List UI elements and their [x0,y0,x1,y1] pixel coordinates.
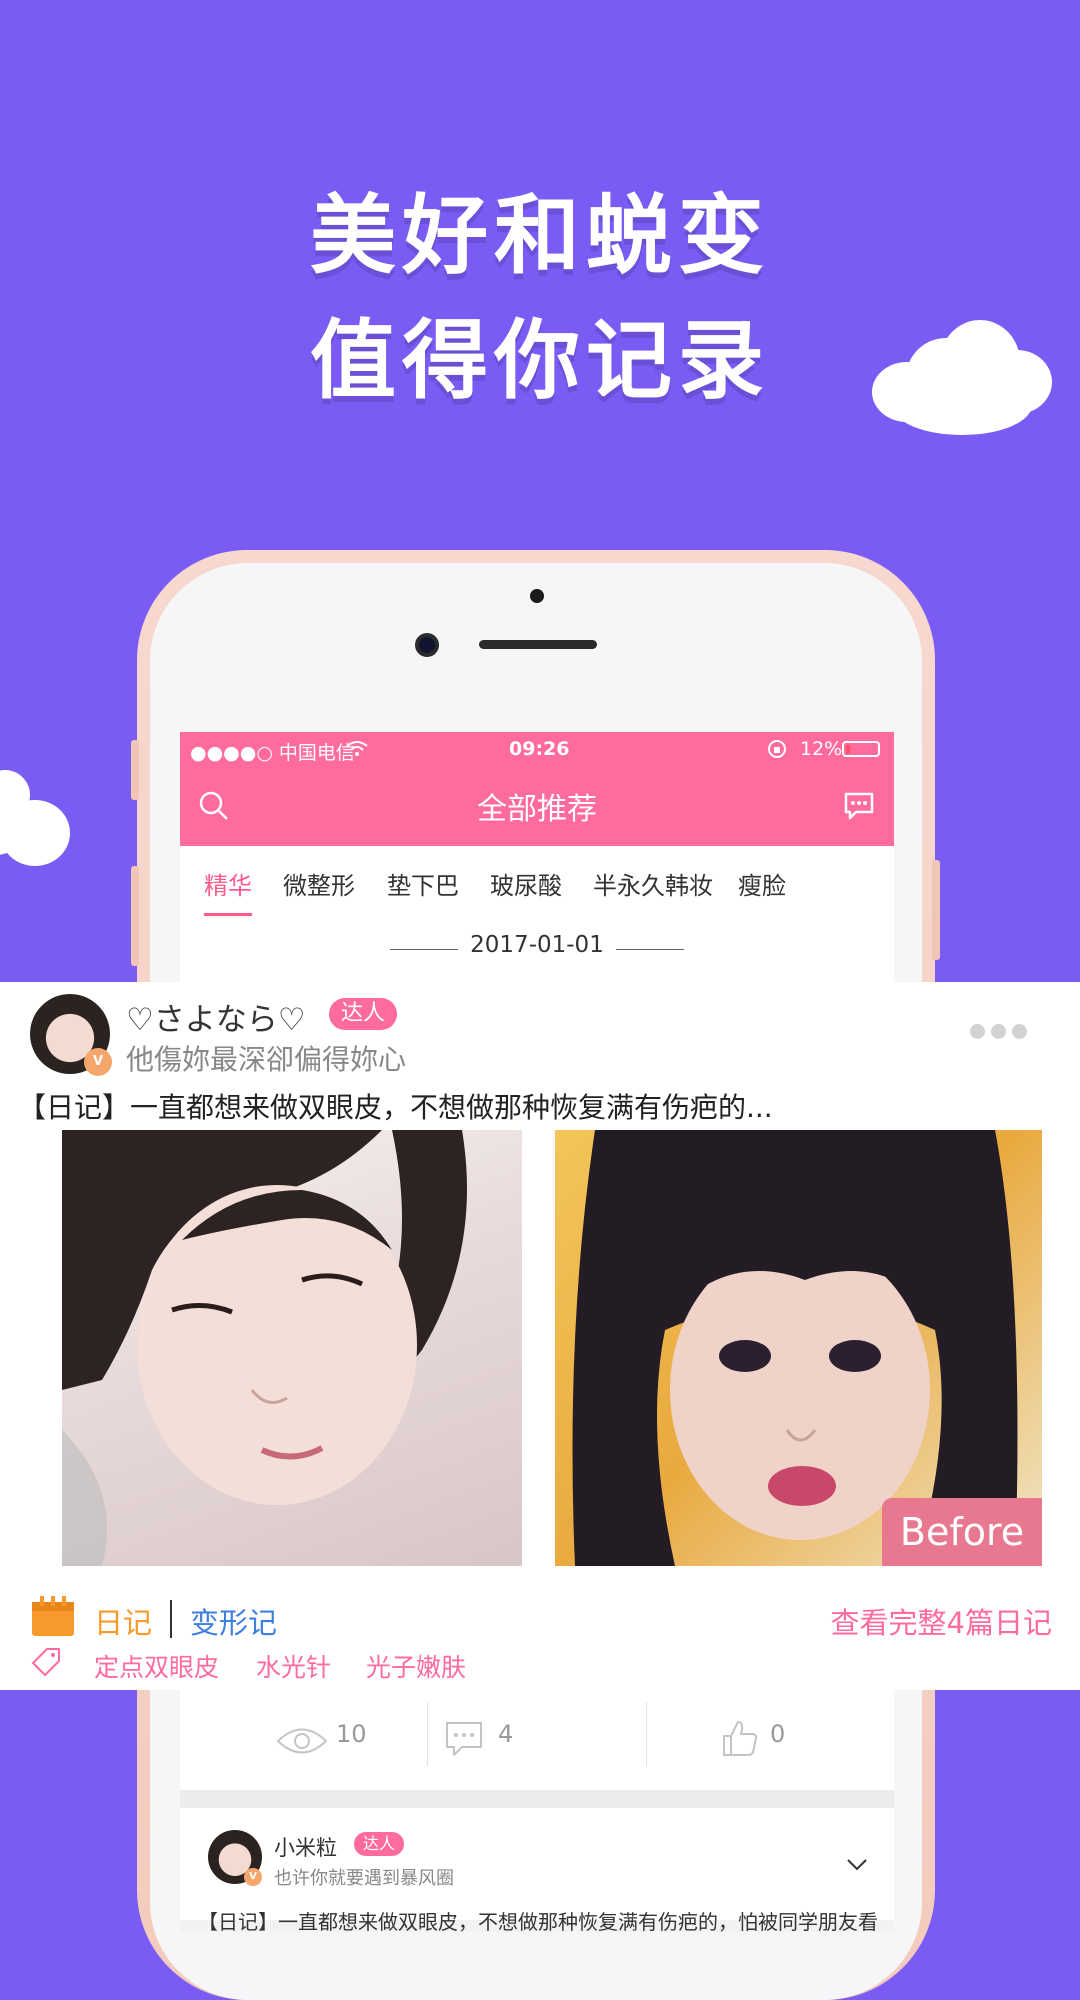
post-title[interactable]: 【日记】一直都想来做双眼皮，不想做那种恢复满有伤疤的... [18,1086,773,1126]
date-separator: 2017-01-01 [180,918,894,982]
feed-post-card[interactable]: V ♡さよなら♡ 达人 他傷妳最深卻偏得妳心 【日记】一直都想来做双眼皮，不想做… [0,982,1080,1690]
transformation-link[interactable]: 变形记 [190,1600,277,1642]
vip-badge-icon: V [244,1868,262,1886]
face-photo-illustration [62,1130,467,1566]
divider [616,949,684,950]
diary-link[interactable]: 日记 [94,1600,152,1642]
tab-banyongjiu-hanzhuang[interactable]: 半永久韩妆 [593,866,713,901]
front-sensor [530,589,544,603]
views-count: 10 [336,1720,367,1748]
tag-icon [32,1648,60,1676]
battery-icon [842,741,880,757]
battery-percent: 12% [800,738,843,760]
page-title: 全部推荐 [477,792,597,827]
likes-count: 0 [770,1720,786,1748]
comments-count: 4 [498,1720,514,1748]
phone-side-button [131,740,139,800]
wifi-icon [346,741,368,756]
expert-badge: 达人 [354,1832,404,1856]
tag-item[interactable]: 定点双眼皮 [94,1648,219,1684]
tab-weizhengxing[interactable]: 微整形 [283,866,355,901]
divider [646,1702,647,1766]
after-photo[interactable] [62,1130,522,1566]
comment-icon[interactable] [444,1720,484,1758]
cloud-right-decoration [872,320,1052,435]
tab-jinghua[interactable]: 精华 [204,866,252,901]
calendar-icon [32,1596,74,1636]
cloud-left-decoration [0,770,75,870]
username[interactable]: ♡さよなら♡ [126,994,306,1039]
navigation-bar: 全部推荐 [180,766,894,846]
front-camera [415,633,439,657]
tag-item[interactable]: 水光针 [256,1648,331,1684]
thumbs-up-icon[interactable] [720,1718,760,1758]
category-tabs: 精华 微整形 垫下巴 玻尿酸 半永久韩妆 瘦脸 [180,846,894,918]
post-stats-row: 10 4 0 [180,1690,894,1790]
before-label: Before [882,1498,1042,1566]
battery-level [846,745,850,753]
status-bar: ●●●●○ 中国电信 09:26 12% [180,732,894,766]
active-tab-indicator [204,913,252,916]
post-title[interactable]: 【日记】一直都想来做双眼皮，不想做那种恢复满有伤疤的，怕被同学朋友看 [198,1906,888,1935]
clock-label: 09:26 [509,738,570,760]
more-options-icon[interactable] [970,1024,1033,1043]
divider [170,1600,172,1638]
chevron-down-icon[interactable] [846,1858,868,1872]
expert-badge: 达人 [329,998,397,1030]
tab-boniaosuan[interactable]: 玻尿酸 [490,866,562,901]
before-photo[interactable]: Before [555,1130,1042,1566]
tag-item[interactable]: 光子嫩肤 [366,1648,466,1684]
divider [427,1702,428,1766]
earpiece-speaker [479,640,597,649]
vip-badge-icon: V [84,1048,112,1076]
tab-shoulian[interactable]: 瘦脸 [738,866,786,901]
promo-headline-line1: 美好和蜕变 [310,186,770,286]
feed-spacer [180,1790,894,1808]
username[interactable]: 小米粒 [274,1832,337,1862]
message-icon[interactable] [842,790,876,822]
user-bio: 他傷妳最深卻偏得妳心 [126,1043,407,1076]
eye-icon [276,1728,328,1754]
view-full-diary-link[interactable]: 查看完整4篇日记 [831,1600,1052,1642]
feed-post-2[interactable]: V 小米粒 达人 也许你就要遇到暴风圈 【日记】一直都想来做双眼皮，不想做那种恢… [180,1808,894,1934]
user-bio: 也许你就要遇到暴风圈 [274,1868,454,1889]
post-date: 2017-01-01 [470,932,604,958]
phone-side-button [131,866,139,966]
carrier-label: ●●●●○ 中国电信 [190,742,355,764]
rotation-lock-icon [768,740,786,758]
phone-side-button [932,860,940,960]
tab-dianxiaba[interactable]: 垫下巴 [387,866,459,901]
